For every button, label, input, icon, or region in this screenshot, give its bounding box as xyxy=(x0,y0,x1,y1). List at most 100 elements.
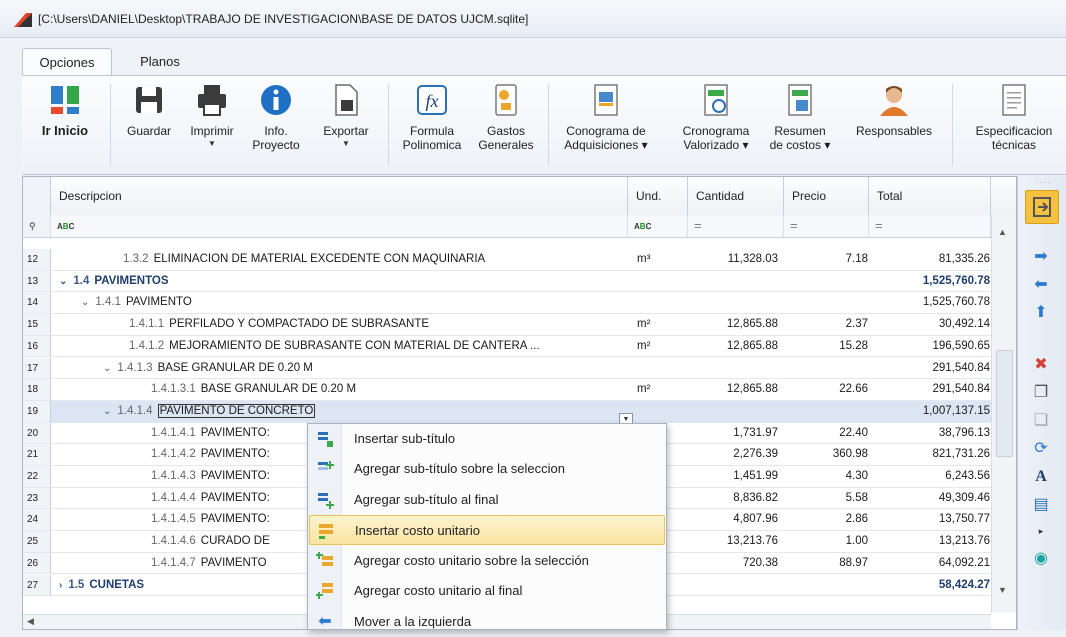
scroll-down-icon[interactable]: ▼ xyxy=(998,585,1007,595)
cell-total[interactable]: 1,007,137.15 xyxy=(876,401,990,422)
column-header-und[interactable]: Und. xyxy=(628,177,688,215)
menu-item-agregar-costo-sobre[interactable]: Agregar costo unitario sobre la selecció… xyxy=(309,546,665,576)
menu-item-agregar-costo-final[interactable]: Agregar costo unitario al final xyxy=(309,576,665,606)
column-header-cantidad[interactable]: Cantidad xyxy=(688,177,784,215)
cell-precio[interactable]: 2.86 xyxy=(788,509,868,530)
filter-precio[interactable]: = xyxy=(784,215,869,237)
conograma-adquisiciones-button[interactable]: Conograma de Adquisiciones ▾ xyxy=(558,82,654,152)
cell-precio[interactable]: 4.30 xyxy=(788,466,868,487)
cell-precio[interactable]: 22.66 xyxy=(788,379,868,400)
cell-cantidad[interactable]: 11,328.03 xyxy=(692,249,778,270)
cell-und[interactable]: m² xyxy=(637,314,695,335)
cell-descripcion[interactable]: ⌄ 1.4.1.4 PAVIMENTO DE CONCRETO xyxy=(51,401,628,422)
cell-total[interactable]: 81,335.26 xyxy=(876,249,990,270)
more-arrow-icon[interactable]: ▸ xyxy=(1028,520,1054,542)
cell-precio[interactable]: 2.37 xyxy=(788,314,868,335)
cell-cantidad[interactable]: 4,807.96 xyxy=(692,509,778,530)
cell-descripcion[interactable]: 1.3.2 ELIMINACION DE MATERIAL EXCEDENTE C… xyxy=(51,249,628,270)
cell-und[interactable] xyxy=(637,358,695,379)
cell-total[interactable]: 13,750.77 xyxy=(876,509,990,530)
cell-und[interactable] xyxy=(637,401,695,422)
cell-und[interactable]: m³ xyxy=(637,249,695,270)
cell-cantidad[interactable]: 12,865.88 xyxy=(692,336,778,357)
cronograma-valorizado-button[interactable]: Cronograma Valorizado ▾ xyxy=(676,82,756,152)
cell-precio[interactable] xyxy=(788,292,868,313)
scrollbar-thumb[interactable] xyxy=(996,350,1013,457)
expand-chevron-icon[interactable]: › xyxy=(59,580,62,591)
menu-item-insertar-costo-unitario[interactable]: Insertar costo unitario xyxy=(309,515,665,545)
filter-cantidad[interactable]: = xyxy=(688,215,784,237)
cell-precio[interactable]: 22.40 xyxy=(788,423,868,444)
cell-precio[interactable] xyxy=(788,575,868,596)
cell-cantidad[interactable]: 2,276.39 xyxy=(692,444,778,465)
cell-cantidad[interactable]: 8,836.82 xyxy=(692,488,778,509)
menu-item-insertar-subtitulo[interactable]: Insertar sub-título xyxy=(309,424,665,454)
imprimir-button[interactable]: Imprimir ▼ xyxy=(184,82,240,148)
cell-precio[interactable]: 15.28 xyxy=(788,336,868,357)
exportar-button[interactable]: Exportar ▼ xyxy=(314,82,378,148)
table-row[interactable]: 13 ⌄ 1.4 PAVIMENTOS 1,525,760.78 xyxy=(23,270,1016,293)
cell-descripcion[interactable]: 1.4.1.2 MEJORAMIENTO DE SUBRASANTE CON MA… xyxy=(51,336,628,357)
table-row[interactable]: 17 ⌄ 1.4.1.3 BASE GRANULAR DE 0.20 M 291,540… xyxy=(23,357,1016,380)
cell-total[interactable]: 1,525,760.78 xyxy=(876,292,990,313)
cell-cantidad[interactable] xyxy=(692,271,778,292)
menu-item-agregar-subtitulo-sobre[interactable]: Agregar sub-título sobre la seleccion xyxy=(309,454,665,484)
cell-descripcion[interactable]: ⌄ 1.4.1 PAVIMENTO xyxy=(51,292,628,313)
especificaciones-tecnicas-button[interactable]: Especificacion técnicas xyxy=(962,82,1066,152)
table-row[interactable]: 19 ⌄ 1.4.1.4 PAVIMENTO DE CONCRETO 1,007,137… xyxy=(23,400,1016,423)
cell-cantidad[interactable]: 720.38 xyxy=(692,553,778,574)
cell-precio[interactable]: 5.58 xyxy=(788,488,868,509)
collapse-chevron-icon[interactable]: ⌄ xyxy=(81,297,89,308)
cell-total[interactable]: 58,424.27 xyxy=(876,575,990,596)
cell-total[interactable]: 6,243.56 xyxy=(876,466,990,487)
filter-total[interactable]: = xyxy=(869,215,991,237)
cell-precio[interactable] xyxy=(788,271,868,292)
cell-precio[interactable] xyxy=(788,358,868,379)
cell-total[interactable]: 13,213.76 xyxy=(876,531,990,552)
resumen-costos-button[interactable]: Resumen de costos ▾ xyxy=(768,82,832,152)
cell-total[interactable]: 196,590.65 xyxy=(876,336,990,357)
cell-precio[interactable]: 360.98 xyxy=(788,444,868,465)
cell-cantidad[interactable]: 13,213.76 xyxy=(692,531,778,552)
cell-cantidad[interactable] xyxy=(692,575,778,596)
arrow-up-icon[interactable]: ⬆ xyxy=(1028,302,1054,324)
cell-total[interactable]: 1,525,760.78 xyxy=(876,271,990,292)
scroll-left-icon[interactable]: ◀ xyxy=(27,616,34,627)
table-row[interactable]: 18 1.4.1.3.1 BASE GRANULAR DE 0.20 M m² 12,8… xyxy=(23,379,1016,401)
cell-cantidad[interactable]: 1,451.99 xyxy=(692,466,778,487)
cell-total[interactable]: 49,309.46 xyxy=(876,488,990,509)
cell-precio[interactable] xyxy=(788,401,868,422)
ir-inicio-button[interactable]: Ir Inicio xyxy=(30,82,100,138)
cell-total[interactable]: 30,492.14 xyxy=(876,314,990,335)
cell-precio[interactable]: 1.00 xyxy=(788,531,868,552)
cell-cantidad[interactable] xyxy=(692,292,778,313)
table-row[interactable]: 12 1.3.2 ELIMINACION DE MATERIAL EXCEDENTE… xyxy=(23,249,1016,271)
cell-und[interactable]: m² xyxy=(637,336,695,357)
cell-precio[interactable]: 7.18 xyxy=(788,249,868,270)
cell-cantidad[interactable]: 12,865.88 xyxy=(692,379,778,400)
copy-icon[interactable]: ❐ xyxy=(1028,382,1054,404)
filter-descripcion[interactable]: ABC xyxy=(51,215,628,237)
cell-total[interactable]: 821,731.26 xyxy=(876,444,990,465)
cell-cantidad[interactable] xyxy=(692,358,778,379)
refresh-icon[interactable]: ⟳ xyxy=(1028,438,1054,460)
column-header-descripcion[interactable]: Descripcion xyxy=(51,177,628,215)
cell-total[interactable]: 38,796.13 xyxy=(876,423,990,444)
table-row[interactable]: 14 ⌄ 1.4.1 PAVIMENTO 1,525,760.78 xyxy=(23,292,1016,315)
sidebar-toggle-button[interactable] xyxy=(1025,190,1059,224)
cell-total[interactable]: 64,092.21 xyxy=(876,553,990,574)
column-header-precio[interactable]: Precio xyxy=(784,177,869,215)
menu-item-mover-izquierda[interactable]: ⬅ Mover a la izquierda xyxy=(309,607,665,637)
font-icon[interactable]: A xyxy=(1028,466,1054,488)
table-row[interactable]: 15 1.4.1.1 PERFILADO Y COMPACTADO DE SUBRA… xyxy=(23,314,1016,336)
list-icon[interactable]: ▤ xyxy=(1028,494,1054,516)
menu-item-agregar-subtitulo-final[interactable]: Agregar sub-título al final xyxy=(309,485,665,515)
vertical-scrollbar[interactable]: ▲ ▼ xyxy=(991,215,1016,613)
cell-und[interactable] xyxy=(637,292,695,313)
cell-und[interactable]: m² xyxy=(637,379,695,400)
tab-planos[interactable]: Planos xyxy=(130,48,190,75)
cell-descripcion[interactable]: 1.4.1.1 PERFILADO Y COMPACTADO DE SUBRASA… xyxy=(51,314,628,335)
info-proyecto-button[interactable]: Info. Proyecto xyxy=(248,82,304,152)
guardar-button[interactable]: Guardar xyxy=(122,82,176,138)
arrow-left-icon[interactable]: ⬅ xyxy=(1028,274,1054,296)
